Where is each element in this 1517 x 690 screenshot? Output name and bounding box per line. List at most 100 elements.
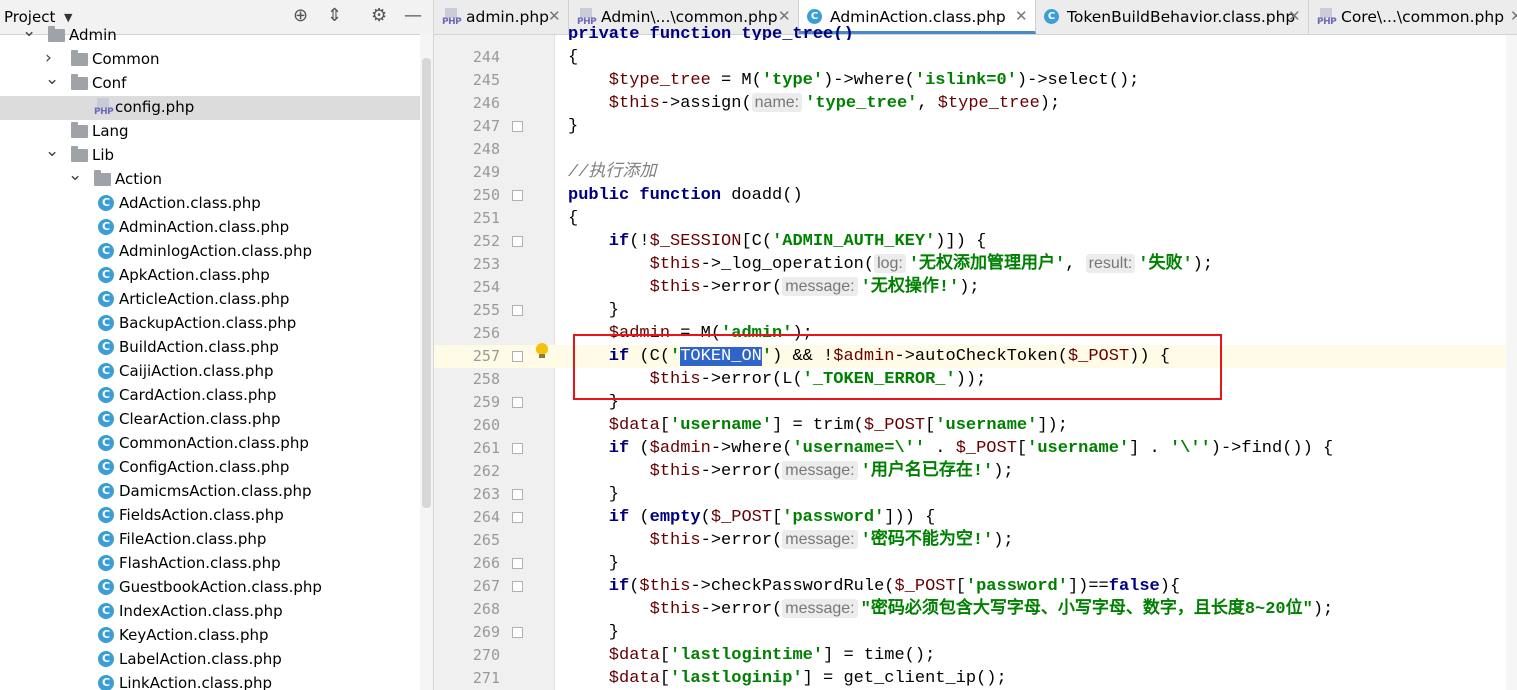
tree-item[interactable]: C LinkAction.class.php [0, 672, 420, 690]
tree-item[interactable]: ⌄ Action [0, 165, 420, 192]
tree-item-label: LabelAction.class.php [119, 650, 282, 668]
tree-item[interactable]: ⌄ Conf [0, 69, 420, 96]
chevron-down-icon[interactable]: ⌄ [45, 141, 59, 161]
collapse-all-icon[interactable]: ⇕ [327, 6, 342, 26]
code-token: if [568, 232, 630, 251]
code-token: public function [568, 186, 732, 205]
code-token: ->checkPasswordRule( [690, 577, 895, 596]
code-token: 'username' [935, 416, 1038, 435]
code-line: { [568, 46, 578, 69]
chevron-right-icon[interactable]: › [45, 48, 52, 68]
line-number: 247 [472, 117, 500, 135]
tree-item[interactable]: ⌄ Admin [0, 21, 420, 48]
tab-core-common-php[interactable]: PHPCore\...\common.php ✕ [1309, 0, 1517, 34]
tree-item[interactable]: C AdminlogAction.class.php [0, 240, 420, 264]
fold-marker-icon[interactable] [512, 489, 523, 500]
tree-item[interactable]: ⌄ Lib [0, 141, 420, 168]
tree-item[interactable]: C FlashAction.class.php [0, 552, 420, 576]
locate-file-icon[interactable]: ⊕ [293, 6, 308, 26]
tree-item[interactable]: › Common [0, 48, 420, 72]
code-token: ]); [1037, 416, 1068, 435]
close-icon[interactable]: ✕ [1288, 7, 1301, 25]
tree-item[interactable]: C CardAction.class.php [0, 384, 420, 408]
close-icon[interactable]: ✕ [548, 7, 561, 25]
tree-item-label: BackupAction.class.php [119, 314, 297, 332]
tree-item[interactable]: C CaijiAction.class.php [0, 360, 420, 384]
line-number: 255 [472, 301, 500, 319]
tree-item[interactable]: Lang [0, 120, 420, 144]
tree-item[interactable]: C ConfigAction.class.php [0, 456, 420, 480]
code-token: $data [568, 646, 660, 665]
code-token: $_POST [863, 416, 926, 435]
class-file-icon: C [98, 435, 114, 451]
close-icon[interactable]: ✕ [778, 7, 791, 25]
minimize-icon[interactable]: — [404, 6, 422, 26]
tree-item-label: LinkAction.class.php [119, 674, 273, 690]
tree-item[interactable]: C AdminAction.class.php [0, 216, 420, 240]
tree-item[interactable]: C GuestbookAction.class.php [0, 576, 420, 600]
lightbulb-icon[interactable] [535, 343, 549, 359]
tab-tokenbuildbehavior-class-php[interactable]: C TokenBuildBehavior.class.php ✕ [1036, 0, 1309, 34]
fold-marker-icon[interactable] [512, 121, 523, 132]
code-token: ); [993, 531, 1014, 550]
parameter-hint: message: [782, 461, 858, 480]
tree-item-label: DamicmsAction.class.php [119, 482, 312, 500]
chevron-down-icon[interactable]: ⌄ [22, 21, 36, 41]
parameter-hint: message: [782, 599, 858, 618]
tree-item[interactable]: PHP config.php [0, 96, 420, 120]
line-number: 245 [472, 71, 500, 89]
line-number: 253 [472, 255, 500, 273]
tree-item[interactable]: C FieldsAction.class.php [0, 504, 420, 528]
tree-item[interactable]: C KeyAction.class.php [0, 624, 420, 648]
close-icon[interactable]: ✕ [1510, 7, 1517, 25]
code-token: ->error( [700, 531, 783, 550]
code-token: )->select(); [1016, 71, 1140, 90]
fold-marker-icon[interactable] [512, 581, 523, 592]
chevron-down-icon[interactable]: ⌄ [68, 165, 82, 185]
chevron-down-icon[interactable]: ▼ [64, 11, 72, 24]
code-token: $_SESSION [649, 232, 742, 251]
fold-marker-icon[interactable] [512, 236, 523, 247]
tree-item[interactable]: C BuildAction.class.php [0, 336, 420, 360]
fold-marker-icon[interactable] [512, 512, 523, 523]
editor-scrollbar[interactable] [1506, 35, 1517, 690]
tree-item[interactable]: C ArticleAction.class.php [0, 288, 420, 312]
code-token: $this [568, 531, 701, 550]
chevron-down-icon[interactable]: ⌄ [45, 69, 59, 89]
code-token: $this [568, 94, 660, 113]
code-token: ->error( [700, 462, 783, 481]
fold-marker-icon[interactable] [512, 190, 523, 201]
fold-marker-icon[interactable] [512, 558, 523, 569]
code-token: $_POST [710, 508, 773, 527]
code-token: ])) { [884, 508, 936, 527]
code-token: ( [700, 508, 711, 527]
fold-marker-icon[interactable] [512, 443, 523, 454]
tree-item-label: IndexAction.class.php [119, 602, 283, 620]
code-token: '\'' [1169, 439, 1211, 458]
line-number: 250 [472, 186, 500, 204]
fold-marker-icon[interactable] [512, 397, 523, 408]
tree-item[interactable]: C DamicmsAction.class.php [0, 480, 420, 504]
tree-item[interactable]: C ClearAction.class.php [0, 408, 420, 432]
folder-icon [48, 26, 65, 42]
fold-marker-icon[interactable] [512, 627, 523, 638]
tree-item[interactable]: C LabelAction.class.php [0, 648, 420, 672]
class-file-icon: C [98, 267, 114, 283]
fold-marker-icon[interactable] [512, 351, 523, 362]
tree-item[interactable]: C CommonAction.class.php [0, 432, 420, 456]
project-scroll-thumb[interactable] [422, 58, 431, 508]
tab-admin-php[interactable]: PHP admin.php ✕ [434, 0, 569, 34]
code-token: empty [649, 508, 701, 527]
tree-item[interactable]: C FileAction.class.php [0, 528, 420, 552]
tree-item[interactable]: C ApkAction.class.php [0, 264, 420, 288]
tree-item[interactable]: C AdAction.class.php [0, 192, 420, 216]
gear-icon[interactable]: ⚙ [371, 6, 387, 26]
tree-item[interactable]: C BackupAction.class.php [0, 312, 420, 336]
code-token: $this [568, 255, 701, 274]
tree-item[interactable]: C IndexAction.class.php [0, 600, 420, 624]
fold-marker-icon[interactable] [512, 305, 523, 316]
code-token: //执行添加 [568, 163, 657, 182]
partial-line-text: private function type_tree() [568, 26, 854, 40]
close-icon[interactable]: ✕ [1015, 7, 1028, 25]
tab-label: Admin\...\common.php [601, 8, 778, 26]
